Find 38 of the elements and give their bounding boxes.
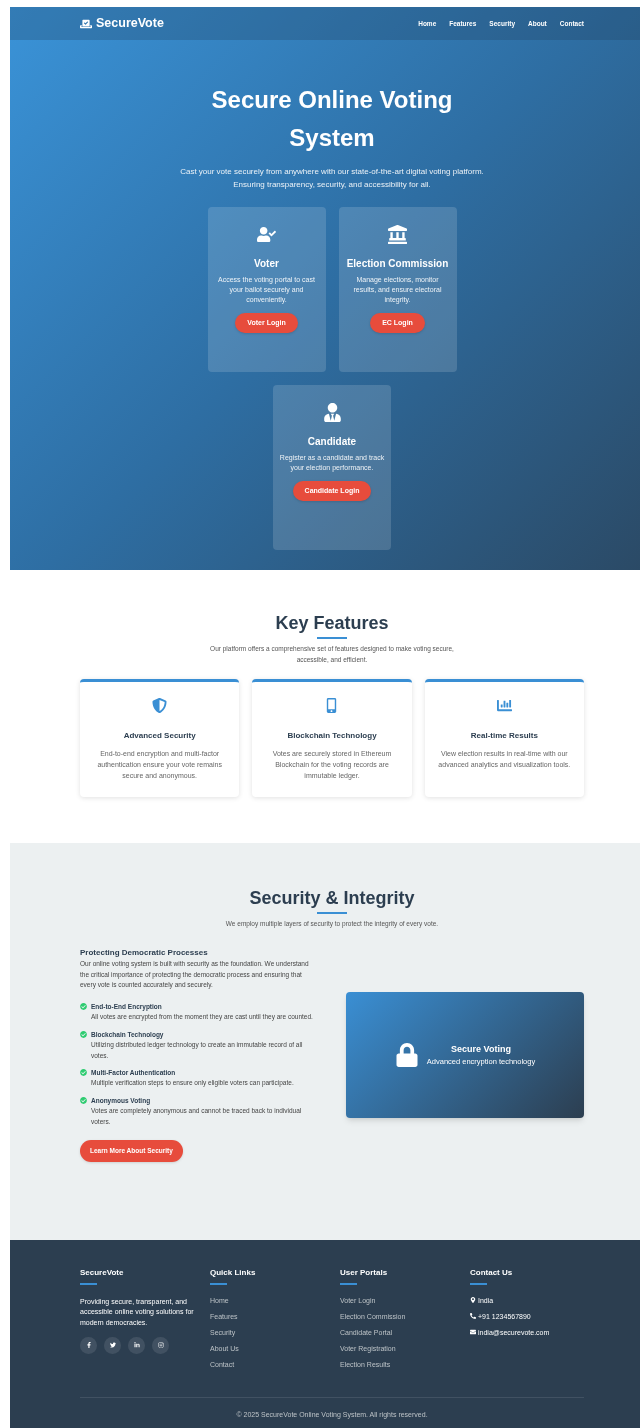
facebook-icon [85, 1342, 92, 1349]
brand-name[interactable]: SecureVote [96, 14, 164, 33]
footer-heading: Quick Links [210, 1267, 257, 1279]
section-title: Key Features [275, 612, 389, 634]
feature-title: Blockchain Technology [287, 730, 377, 742]
instagram-icon [157, 1342, 164, 1349]
portal-title: Voter [254, 257, 279, 271]
hero-subtitle: Cast your vote securely from anywhere with our state-of-the-art digital voting platform. Ensuring transparency, security, and accessibility for all. [179, 166, 485, 191]
footer-heading: Contact Us [470, 1267, 514, 1279]
phone-icon [470, 1313, 476, 1319]
section-title: Security & Integrity [249, 887, 415, 909]
social-link[interactable] [80, 1336, 97, 1354]
ballot-icon [80, 17, 92, 30]
feature-title: Advanced Security [123, 730, 196, 742]
feature-title: Real-time Results [470, 730, 538, 742]
portal-title: Election Commission [346, 257, 449, 271]
check-icon [80, 1003, 87, 1011]
twitter-icon [109, 1342, 116, 1349]
hero-title: Secure Online Voting System [210, 85, 454, 153]
check-icon [80, 1069, 87, 1077]
social-link[interactable] [104, 1336, 121, 1354]
user-check-icon [257, 225, 276, 244]
check-icon [80, 1096, 87, 1104]
shield-icon [152, 698, 168, 713]
subsection-title: Protecting Democratic Processes [80, 947, 209, 959]
portal-title: Candidate [307, 435, 357, 449]
social-link[interactable] [128, 1336, 145, 1354]
chart-icon [496, 698, 512, 713]
mail-icon [470, 1329, 476, 1335]
linkedin-icon [133, 1342, 140, 1349]
location-icon [470, 1297, 476, 1303]
panel-title: Secure Voting [451, 1042, 511, 1056]
footer-heading: User Portals [340, 1267, 389, 1279]
check-icon [80, 1030, 87, 1038]
lock-icon [394, 1042, 419, 1067]
building-icon [388, 225, 407, 244]
footer-heading: SecureVote [80, 1267, 125, 1279]
user-tie-icon [322, 403, 342, 422]
